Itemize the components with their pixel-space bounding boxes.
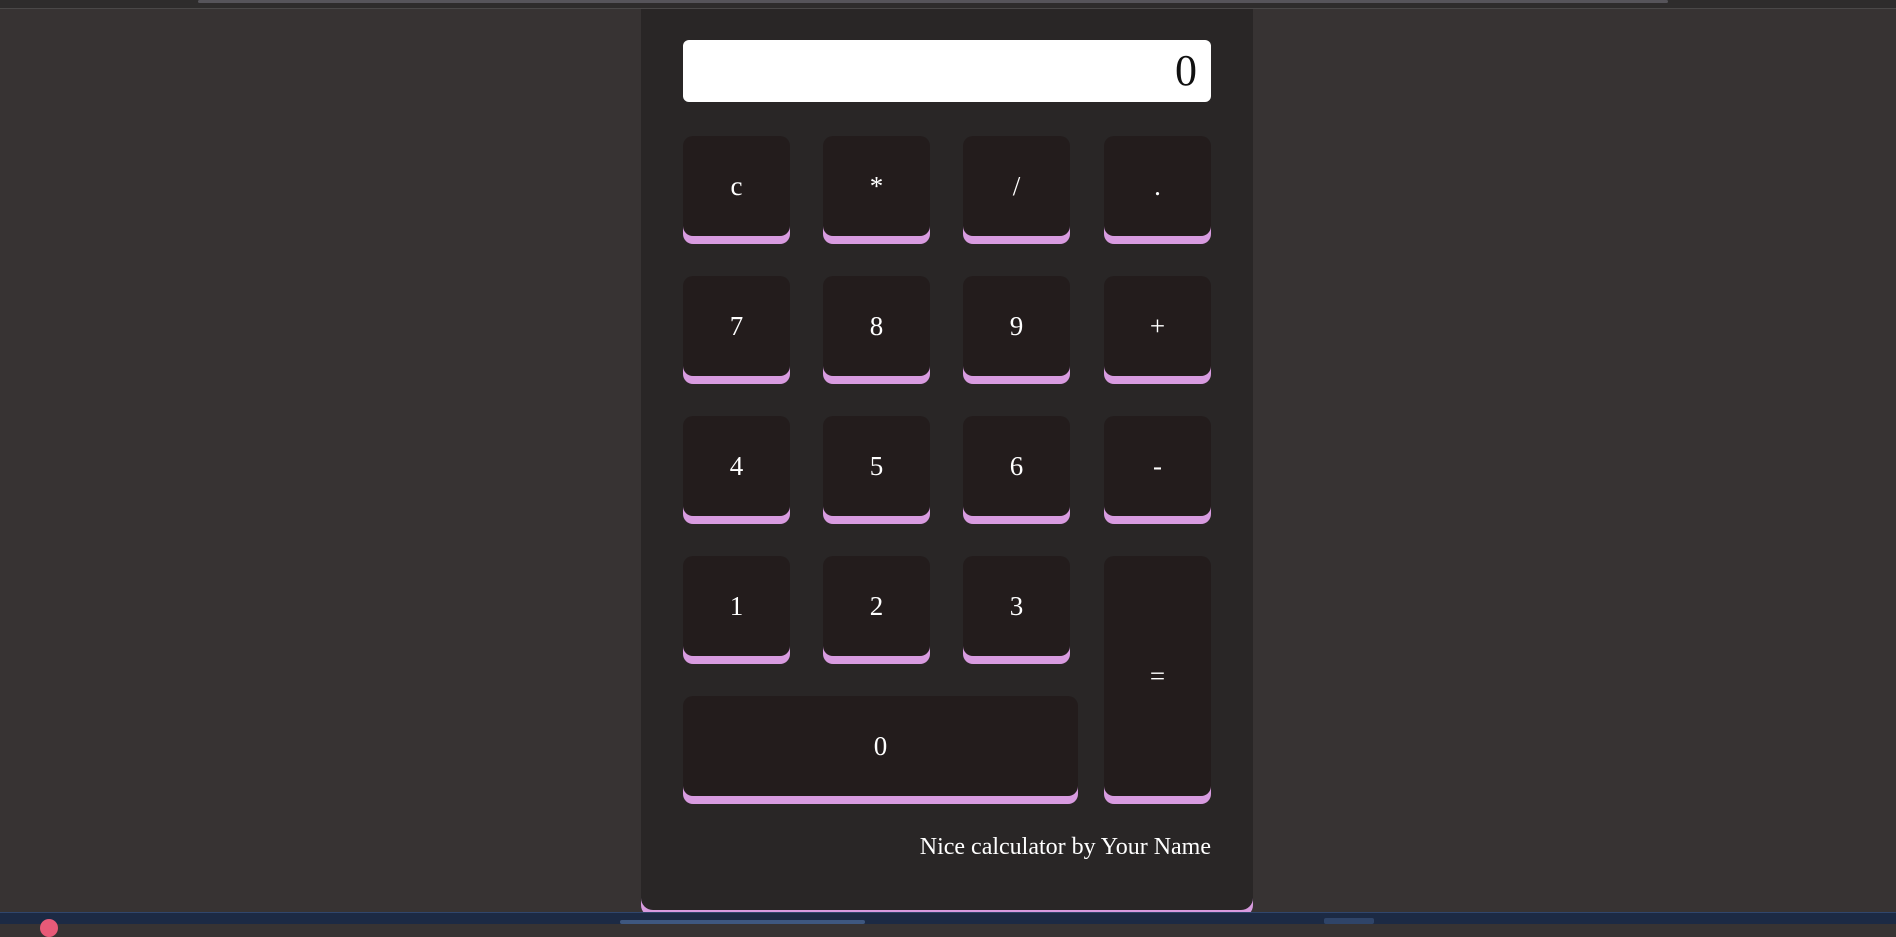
digit-6-button[interactable]: 6 <box>963 416 1070 516</box>
decimal-button[interactable]: . <box>1104 136 1211 236</box>
digit-5-button[interactable]: 5 <box>823 416 930 516</box>
os-taskbar <box>0 912 1896 937</box>
taskbar-app-tab[interactable] <box>620 920 865 924</box>
digit-1-button[interactable]: 1 <box>683 556 790 656</box>
calculator: 0 c * / . 7 8 9 + 4 5 6 - 1 2 3 = 0 Nice… <box>641 9 1253 910</box>
digit-4-button[interactable]: 4 <box>683 416 790 516</box>
minus-button[interactable]: - <box>1104 416 1211 516</box>
divide-button[interactable]: / <box>963 136 1070 236</box>
browser-scroll-track[interactable] <box>198 0 1668 3</box>
plus-button[interactable]: + <box>1104 276 1211 376</box>
equals-button[interactable]: = <box>1104 556 1211 796</box>
digit-2-button[interactable]: 2 <box>823 556 930 656</box>
digit-9-button[interactable]: 9 <box>963 276 1070 376</box>
digit-7-button[interactable]: 7 <box>683 276 790 376</box>
start-button-icon[interactable] <box>40 919 58 937</box>
browser-top-bar <box>0 0 1896 9</box>
footer-credit: Nice calculator by Your Name <box>919 834 1211 860</box>
taskbar-app-icon[interactable] <box>1324 918 1374 924</box>
multiply-button[interactable]: * <box>823 136 930 236</box>
digit-8-button[interactable]: 8 <box>823 276 930 376</box>
calculator-display: 0 <box>683 40 1211 102</box>
digit-0-button[interactable]: 0 <box>683 696 1078 796</box>
clear-button[interactable]: c <box>683 136 790 236</box>
digit-3-button[interactable]: 3 <box>963 556 1070 656</box>
